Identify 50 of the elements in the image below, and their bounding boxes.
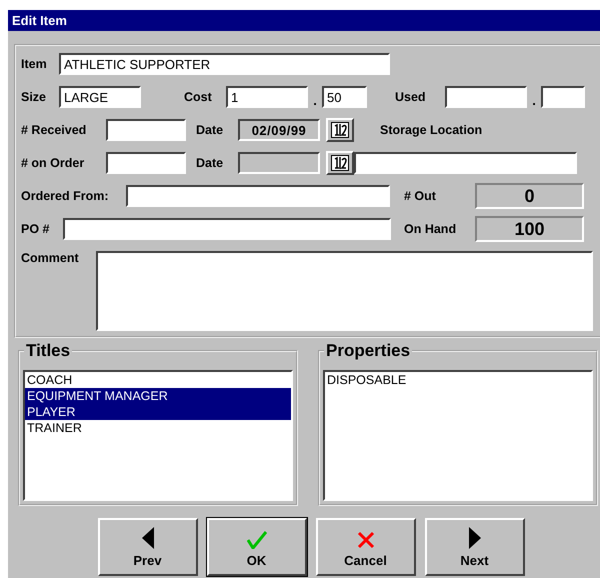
input-field[interactable] (96, 251, 593, 331)
count-display: 100 (475, 216, 584, 242)
field-label: On Hand (404, 222, 458, 236)
list-box[interactable]: DISPOSABLE (323, 370, 593, 501)
input-field[interactable] (126, 185, 390, 207)
nav-button[interactable]: Cancel (316, 518, 416, 576)
input-field[interactable]: 50 (322, 86, 367, 108)
input-field[interactable] (354, 152, 577, 174)
field-label: Cost (184, 90, 213, 104)
input-field[interactable] (63, 218, 391, 240)
field-label: PO # (21, 222, 50, 236)
field-label: # Received (21, 123, 88, 137)
window-title: Edit Item (8, 10, 600, 31)
decimal-point: . (531, 94, 537, 108)
input-field[interactable] (541, 86, 585, 108)
list-item[interactable]: EQUIPMENT MANAGER (25, 388, 291, 404)
field-label: Size (21, 90, 48, 104)
field-label: Ordered From: (21, 189, 110, 203)
left-triangle-icon (142, 527, 154, 549)
input-field[interactable] (106, 119, 186, 141)
input-field[interactable]: LARGE (59, 86, 141, 108)
calendar-icon (331, 122, 349, 138)
nav-button[interactable]: OK (206, 518, 306, 576)
checkmark-icon (246, 531, 266, 549)
field-label: Date (196, 123, 224, 137)
input-field[interactable]: 1 (226, 86, 308, 108)
cross-icon (356, 531, 374, 549)
calendar-icon (331, 155, 349, 171)
field-label: Item (21, 57, 48, 71)
date-picker-button[interactable] (326, 151, 354, 175)
nav-button[interactable]: Next (424, 518, 524, 576)
list-box[interactable]: COACH EQUIPMENT MANAGER PLAYER TRAINER (23, 370, 293, 501)
field-label: Used (395, 90, 427, 104)
field-label: # on Order (21, 156, 86, 170)
input-field[interactable] (445, 86, 527, 108)
field-label: Comment (21, 251, 80, 265)
group-title: Properties (324, 341, 412, 361)
input-field[interactable] (238, 152, 320, 174)
input-field[interactable]: 02/09/99 (238, 119, 320, 141)
right-triangle-icon (468, 527, 480, 549)
input-field[interactable] (106, 152, 186, 174)
nav-button[interactable]: Prev (98, 518, 198, 576)
date-picker-button[interactable] (326, 118, 354, 142)
count-display: 0 (475, 183, 584, 209)
decimal-point: . (312, 94, 318, 108)
field-label: Storage Location (380, 123, 484, 137)
input-field[interactable]: ATHLETIC SUPPORTER (59, 53, 390, 75)
field-label: # Out (404, 189, 437, 203)
list-item[interactable]: PLAYER (25, 404, 291, 420)
field-label: Date (196, 156, 224, 170)
